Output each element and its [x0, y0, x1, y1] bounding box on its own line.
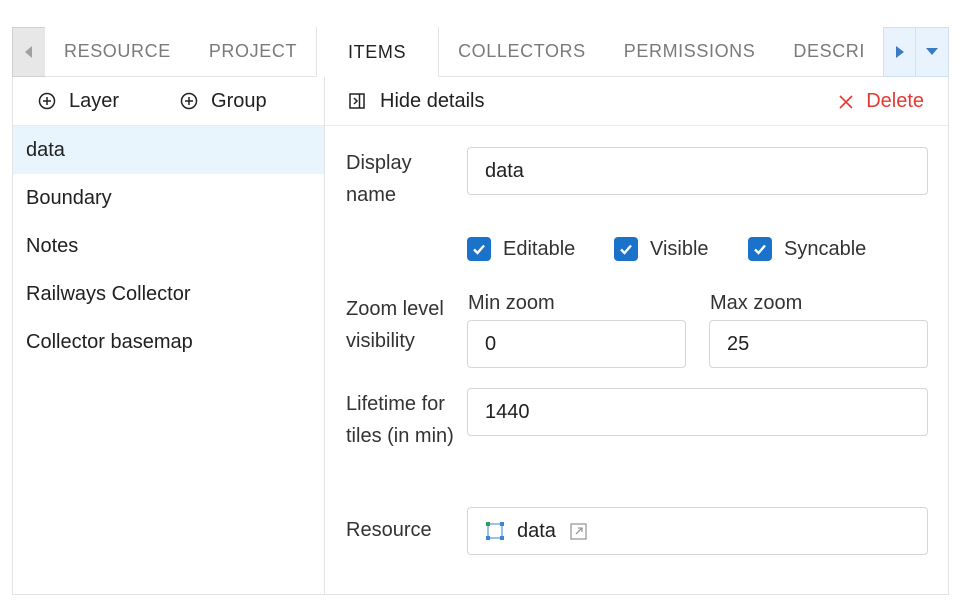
display-name-field[interactable]: data	[467, 147, 928, 195]
plus-circle-icon	[180, 92, 198, 110]
items-toolbar: Layer Group	[13, 77, 324, 126]
plus-circle-icon	[38, 92, 56, 110]
hide-details-label: Hide details	[380, 90, 485, 112]
tab-resource[interactable]: RESOURCE	[45, 27, 190, 77]
caret-left-icon	[25, 46, 32, 58]
details-toolbar: Hide details Delete	[325, 77, 948, 126]
visible-checkbox[interactable]: Visible	[614, 237, 709, 261]
tab-collectors[interactable]: COLLECTORS	[439, 27, 605, 77]
add-layer-label: Layer	[69, 89, 120, 112]
delete-label: Delete	[866, 90, 924, 112]
editable-checkbox[interactable]: Editable	[467, 237, 575, 261]
collapse-panel-icon	[349, 92, 367, 111]
min-zoom-label: Min zoom	[468, 292, 555, 314]
tab-menu-button[interactable]	[916, 27, 949, 77]
caret-right-icon	[895, 46, 904, 58]
caret-down-icon	[926, 48, 938, 55]
add-layer-button[interactable]: Layer	[38, 90, 119, 113]
list-item-data[interactable]: data	[13, 126, 324, 174]
tab-scroll-left-button[interactable]	[12, 27, 45, 77]
editable-label: Editable	[503, 237, 576, 260]
checkmark-icon	[748, 237, 772, 261]
add-group-label: Group	[211, 89, 267, 112]
visible-label: Visible	[650, 237, 709, 260]
max-zoom-field[interactable]: 25	[709, 320, 928, 368]
syncable-checkbox[interactable]: Syncable	[748, 237, 866, 261]
vector-layer-icon	[485, 521, 505, 541]
tab-items[interactable]: ITEMS	[316, 27, 440, 77]
tab-scroll-right-button[interactable]	[883, 27, 916, 77]
hide-details-button[interactable]: Hide details	[349, 77, 485, 126]
tabs: RESOURCE PROJECT ITEMS COLLECTORS PERMIS…	[45, 27, 883, 77]
resource-name: data	[517, 519, 556, 542]
tab-project[interactable]: PROJECT	[189, 27, 317, 77]
min-zoom-field[interactable]: 0	[467, 320, 686, 368]
syncable-label: Syncable	[784, 237, 867, 260]
lifetime-label: Lifetime for tiles (in min)	[346, 393, 454, 447]
resource-label: Resource	[346, 519, 432, 541]
list-item-railways-collector[interactable]: Railways Collector	[13, 270, 324, 318]
list-item-notes[interactable]: Notes	[13, 222, 324, 270]
zoom-visibility-label: Zoom level visibility	[346, 298, 444, 352]
items-sidebar: Layer Group data Boundary Notes Railways…	[13, 77, 325, 594]
tab-description[interactable]: DESCRI	[774, 27, 883, 77]
max-zoom-label: Max zoom	[710, 292, 803, 314]
add-group-button[interactable]: Group	[180, 90, 267, 113]
checkmark-icon	[467, 237, 491, 261]
lifetime-field[interactable]: 1440	[467, 388, 928, 436]
list-item-boundary[interactable]: Boundary	[13, 174, 324, 222]
items-panel: Layer Group data Boundary Notes Railways…	[12, 77, 949, 595]
tab-bar: RESOURCE PROJECT ITEMS COLLECTORS PERMIS…	[12, 14, 949, 77]
checkmark-icon	[614, 237, 638, 261]
list-item-collector-basemap[interactable]: Collector basemap	[13, 318, 324, 366]
items-list: data Boundary Notes Railways Collector C…	[13, 126, 324, 366]
details-pane: Hide details Delete Display name data Ed…	[325, 77, 948, 594]
display-name-label: Display name	[346, 152, 412, 206]
close-icon	[839, 94, 853, 109]
external-link-icon[interactable]	[570, 522, 587, 540]
tab-permissions[interactable]: PERMISSIONS	[604, 27, 775, 77]
delete-button[interactable]: Delete	[839, 77, 924, 126]
resource-field[interactable]: data	[467, 507, 928, 555]
